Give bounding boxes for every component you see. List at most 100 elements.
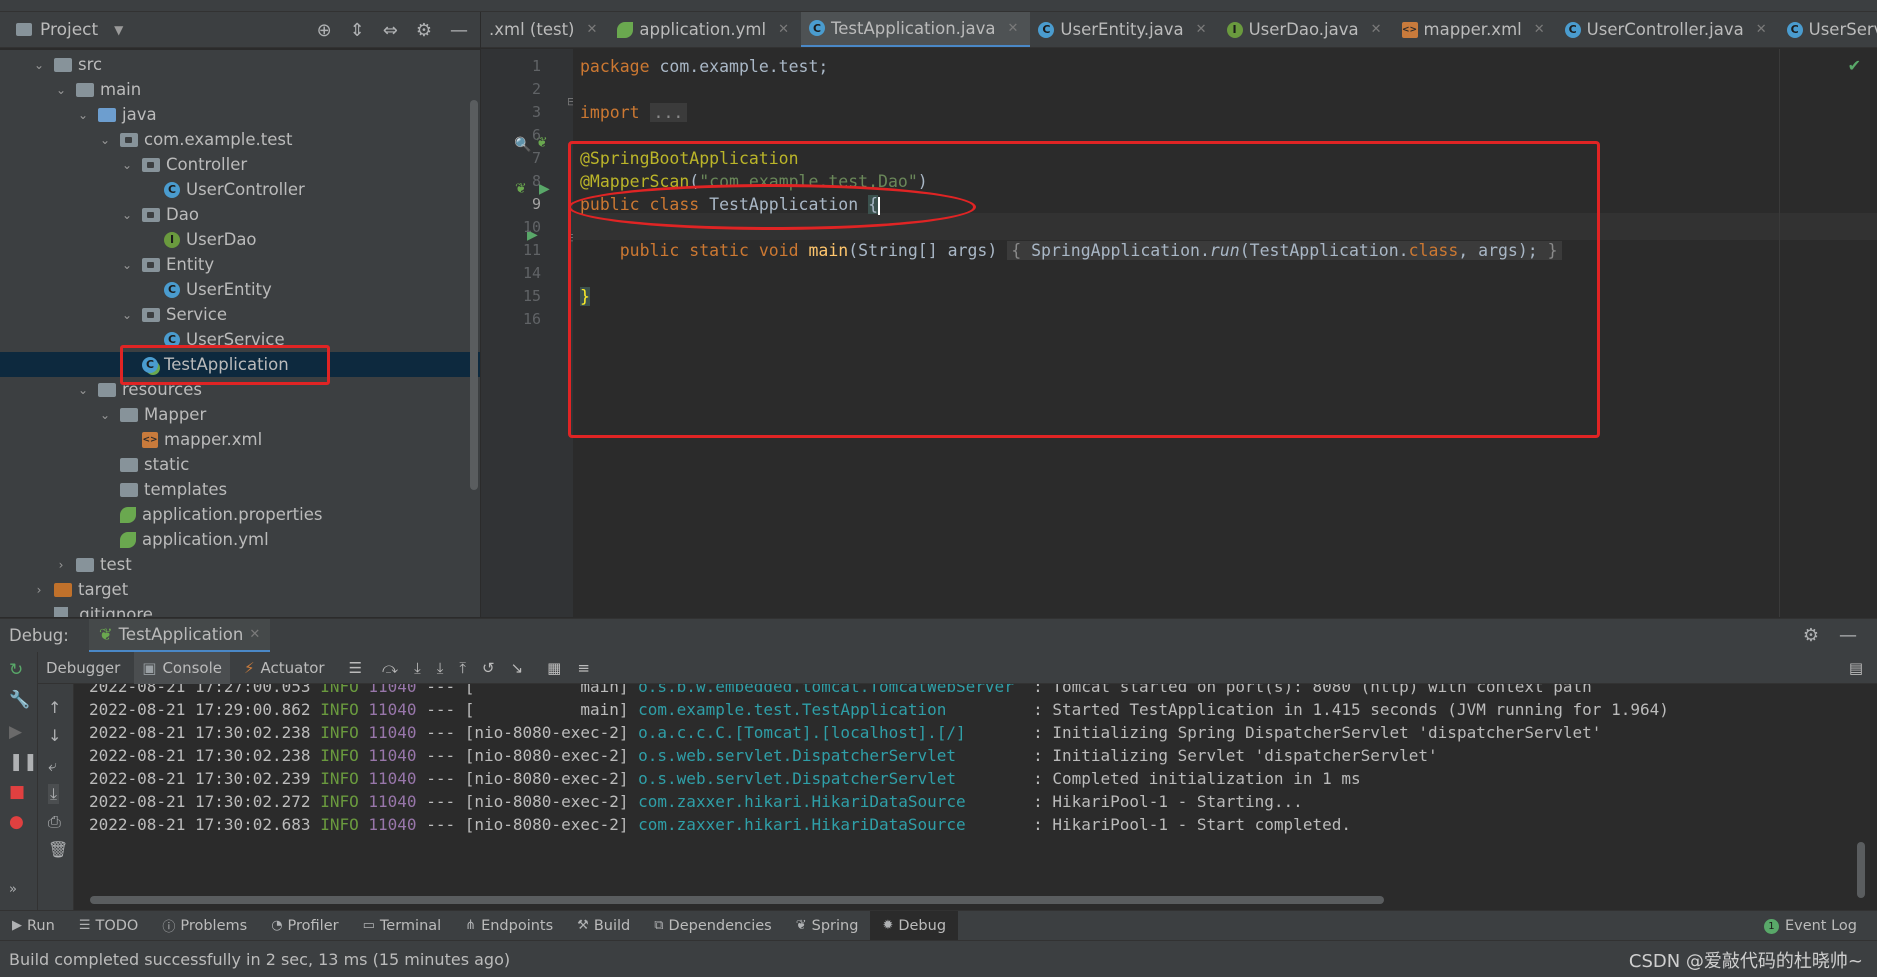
chevron-right-icon[interactable]: › [54,558,68,572]
console-vertical-scrollbar[interactable] [1857,842,1865,898]
evaluate-icon[interactable]: ▦ [547,659,561,677]
chevron-down-icon[interactable]: ⌄ [32,58,46,72]
chevron-right-icon[interactable]: › [32,583,46,597]
tree-item-usercontroller[interactable]: C UserController [0,177,480,202]
tool-window-dependencies[interactable]: ⧉ Dependencies [642,911,784,941]
project-view-selector[interactable]: Project ▼ [16,20,123,40]
tree-item-src[interactable]: ⌄ src [0,52,480,77]
tree-item-test[interactable]: › test [0,552,480,577]
tool-window-debug[interactable]: ✹ Debug [870,910,959,941]
tool-window-problems[interactable]: ⓘ Problems [150,911,259,941]
tab-userdao-java[interactable]: I UserDao.java ✕ [1219,12,1394,47]
chevron-down-icon[interactable]: ⌄ [98,133,112,147]
chevron-down-icon[interactable]: ⌄ [76,383,90,397]
chevron-down-icon[interactable]: ⌄ [120,208,134,222]
chevron-down-icon[interactable]: ⌄ [76,108,90,122]
tree-item-userdao[interactable]: I UserDao [0,227,480,252]
tool-window-endpoints[interactable]: ⋔ Endpoints [453,911,565,941]
tree-item-application-yml[interactable]: application.yml [0,527,480,552]
force-step-into-icon[interactable]: ⤓ [437,659,444,677]
pause-icon[interactable]: ❚❚ [9,752,38,772]
scroll-to-end-icon[interactable]: ⤓ [48,784,60,804]
console-output[interactable]: 2022-08-21 17:27:00.053 INFO 11040 --- [… [75,684,1865,910]
collapse-all-icon[interactable]: ⇔ [383,20,398,41]
debug-session-tab[interactable]: ❦ TestApplication ✕ [88,618,271,653]
resume-icon[interactable]: ▶ [9,722,22,742]
clear-console-icon[interactable]: 🗑 [48,840,68,859]
close-icon[interactable]: ✕ [1756,22,1767,37]
close-icon[interactable]: ✕ [249,627,260,642]
close-icon[interactable]: ✕ [1371,22,1382,37]
tool-window-build[interactable]: ⚒ Build [565,911,642,941]
tree-item-application-properties[interactable]: application.properties [0,502,480,527]
rerun-icon[interactable]: ↻ [9,660,23,680]
chevron-down-icon[interactable]: ⌄ [120,258,134,272]
tree-item-dao[interactable]: ⌄ Dao [0,202,480,227]
import-fold[interactable]: ... [649,103,688,122]
tab-usercontroller-java[interactable]: C UserController.java ✕ [1557,12,1779,47]
tree-item-com-example-test[interactable]: ⌄ com.example.test [0,127,480,152]
tool-window-run[interactable]: ▶ Run [0,911,67,941]
chevron-down-icon[interactable]: ⌄ [120,158,134,172]
chevron-down-icon[interactable]: ⌄ [54,83,68,97]
step-into-icon[interactable]: ⤓ [414,659,421,677]
console-horizontal-scrollbar[interactable] [90,896,1384,904]
layout-icon[interactable]: ▤ [1849,659,1863,677]
tool-window-spring[interactable]: ❦ Spring [784,911,871,941]
chevron-down-icon[interactable]: ⌄ [120,308,134,322]
tool-window-terminal[interactable]: ▭ Terminal [351,911,454,941]
tree-item-mapper-xml[interactable]: <> mapper.xml [0,427,480,452]
breakpoints-icon[interactable]: ● [9,812,24,832]
inspection-ok-icon[interactable]: ✔ [1848,56,1861,75]
step-out-icon[interactable]: ⤒ [459,659,466,677]
close-icon[interactable]: ✕ [1534,22,1545,37]
close-icon[interactable]: ✕ [1196,22,1207,37]
menu-icon[interactable]: ☰ [349,659,362,677]
close-icon[interactable]: ✕ [1008,21,1019,36]
print-icon[interactable]: ⎙ [48,812,61,832]
tab-actuator[interactable]: ⚡ Actuator [236,652,333,684]
tab-debugger[interactable]: Debugger [38,652,128,684]
more-icon[interactable]: » [9,882,17,897]
tool-window-todo[interactable]: ☰ TODO [67,911,151,941]
tree-item-templates[interactable]: templates [0,477,480,502]
tree-item--gitignore[interactable]: .gitignore [0,602,480,617]
tree-item-java[interactable]: ⌄ java [0,102,480,127]
hide-panel-icon[interactable]: — [1839,625,1857,646]
close-icon[interactable]: ✕ [778,22,789,37]
settings-gear-icon[interactable]: ⚙ [1803,625,1819,646]
trace-icon[interactable]: ≡ [577,659,590,677]
project-tree-scrollbar[interactable] [470,100,478,490]
drop-frame-icon[interactable]: ↺ [482,659,495,677]
wrench-icon[interactable]: 🔧 [9,690,30,710]
tree-item-mapper[interactable]: ⌄ Mapper [0,402,480,427]
chevron-down-icon[interactable]: ⌄ [98,408,112,422]
tree-item-userentity[interactable]: C UserEntity [0,277,480,302]
tab-console[interactable]: ▣ Console [134,651,230,684]
expand-all-icon[interactable]: ⇕ [350,20,365,41]
tab-testapplication-java[interactable]: C TestApplication.java ✕ [800,12,1031,47]
hide-panel-icon[interactable]: — [450,20,468,41]
tree-item-static[interactable]: static [0,452,480,477]
run-to-cursor-icon[interactable]: ↘ [511,659,524,677]
tab-mapper-xml[interactable]: <> mapper.xml ✕ [1394,12,1557,47]
tree-item-main[interactable]: ⌄ main [0,77,480,102]
step-over-icon[interactable]: ⤼ [382,659,398,677]
soft-wrap-icon[interactable]: ⤶ [48,756,57,776]
tree-item-entity[interactable]: ⌄ Entity [0,252,480,277]
tool-window-profiler[interactable]: ◔ Profiler [259,911,350,941]
up-arrow-icon[interactable]: ↑ [48,698,61,717]
tree-item-controller[interactable]: ⌄ Controller [0,152,480,177]
tab-application-yml[interactable]: application.yml ✕ [609,12,801,47]
stop-icon[interactable]: ■ [9,782,25,802]
locate-file-icon[interactable]: ⊕ [317,20,332,41]
tree-item-service[interactable]: ⌄ Service [0,302,480,327]
event-log-button[interactable]: 1 Event Log [1763,911,1857,941]
down-arrow-icon[interactable]: ↓ [48,726,61,745]
settings-gear-icon[interactable]: ⚙ [416,20,432,41]
tab--xml-test-[interactable]: .xml (test) ✕ [481,12,609,47]
tab-userentity-java[interactable]: C UserEntity.java ✕ [1030,12,1218,47]
close-icon[interactable]: ✕ [586,22,597,37]
tree-item-target[interactable]: › target [0,577,480,602]
tab-userservice-java[interactable]: CUserService.java✕ [1779,12,1877,47]
